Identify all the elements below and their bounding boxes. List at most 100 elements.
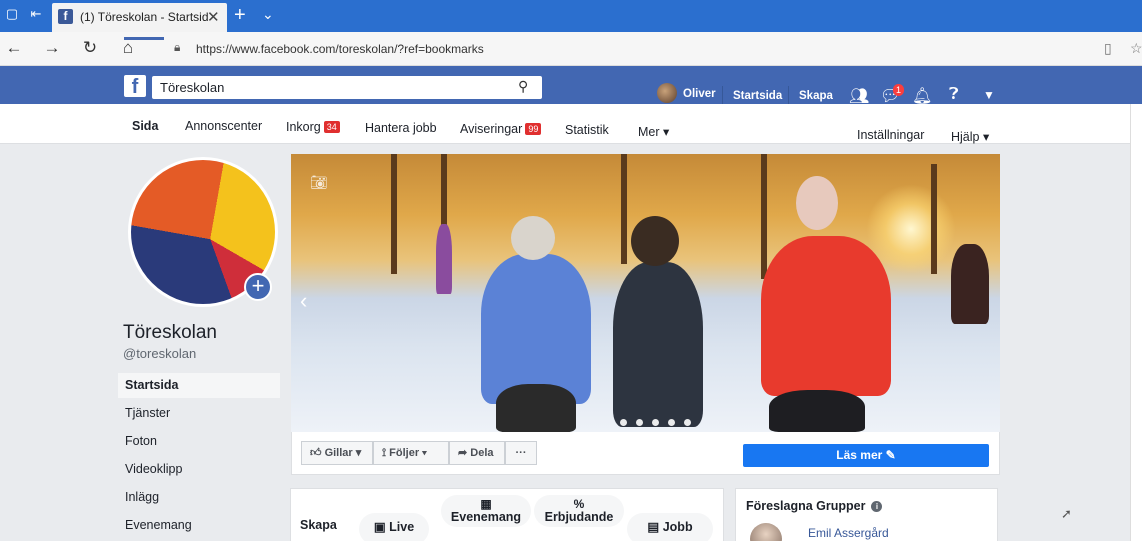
tab-sida[interactable]: Sida [132,119,158,133]
tab-inkorg[interactable]: Inkorg 34 [286,120,340,134]
more-options-button[interactable]: ··· [505,441,537,465]
skater-pink-hat [796,176,838,230]
skater-blue-jacket [481,254,591,404]
tab-statistik[interactable]: Statistik [565,123,609,137]
tab-annonscenter[interactable]: Annonscenter [185,119,262,133]
cover-tree [391,154,397,274]
avatar[interactable] [657,83,677,103]
avatar[interactable] [750,523,782,541]
create-event-label: Evenemang [450,510,522,524]
url-field[interactable]: 🔒︎ https://www.facebook.com/toreskolan/?… [168,36,1088,61]
inbox-count-badge: 34 [323,121,340,133]
tab-title: (1) Töreskolan - Startsid [80,10,209,24]
reading-view-icon[interactable]: ▯ [1104,40,1112,57]
left-nav-label: Foton [125,434,157,448]
tab-inkorg-label: Inkorg [286,120,321,134]
left-nav-foton[interactable]: Foton [118,429,280,454]
create-live-button[interactable]: ▣ Live [359,513,429,541]
left-nav-videoklipp[interactable]: Videoklipp [118,457,280,482]
refresh-button[interactable]: ↻ [80,38,100,58]
thumbs-up-icon: 👍︎ [310,447,325,459]
skater-hair [631,216,679,266]
tab-hantera-jobb[interactable]: Hantera jobb [365,121,437,135]
create-event-button[interactable]: ▦ Evenemang [441,495,531,527]
cover-carousel-dots[interactable] [620,413,700,431]
background-skater [951,244,989,324]
search-icon[interactable]: ⚲ [518,78,528,95]
new-tab-button[interactable]: + [234,4,246,27]
like-button-label: Gillar ▾ [324,447,362,459]
create-link[interactable]: Skapa [799,90,833,102]
left-nav-label: Tjänster [125,406,171,420]
search-input[interactable]: Töreskolan ⚲ [152,76,542,99]
nav-divider [788,86,789,104]
url-text: https://www.facebook.com/toreskolan/?ref… [196,42,484,56]
notifications-bell-icon[interactable]: 🔔︎ [912,86,932,106]
lock-icon: 🔒︎ [174,40,181,54]
help-link[interactable]: Hjälp ▾ [951,129,989,144]
favorite-star-icon[interactable]: ☆ [1130,40,1142,57]
video-icon: ▣ [373,520,390,534]
left-nav-evenemang[interactable]: Evenemang [118,513,280,538]
cover-previous-chevron-icon[interactable]: ‹ [300,288,307,314]
browser-tab-strip: ▢ ⇤ f (1) Töreskolan - Startsid ✕ + ⌄ [0,0,1142,32]
add-plus-icon[interactable]: + [244,273,272,301]
tab-aviseringar[interactable]: Aviseringar 99 [460,122,542,136]
like-button[interactable]: 👍︎ Gillar ▾ [301,441,373,465]
close-tab-icon[interactable]: ✕ [207,8,220,26]
left-nav-startsida[interactable]: Startsida [118,373,280,398]
left-nav-inlagg[interactable]: Inlägg [118,485,280,510]
create-job-button[interactable]: ▤ Jobb [627,513,713,541]
follow-button-label: Följer ▾ [389,447,427,459]
back-button[interactable]: ← [4,38,24,58]
suggested-groups-card: Föreslagna Grupper i Emil Assergård [735,488,998,541]
create-offer-button[interactable]: % Erbjudande [534,495,624,527]
cover-tree [931,164,937,274]
read-more-button[interactable]: Läs mer ✎ [743,444,989,467]
account-menu-chevron-icon[interactable]: ▼ [983,88,995,102]
left-nav-tjanster[interactable]: Tjänster [118,401,280,426]
profile-link[interactable]: Oliver [683,88,716,100]
follow-button[interactable]: ⟟ Följer ▾ [373,441,449,465]
home-button[interactable]: ⌂ [118,38,138,58]
home-link[interactable]: Startsida [733,90,782,102]
settings-link[interactable]: Inställningar [857,128,924,142]
notifications-count-badge: 99 [525,123,542,135]
mouse-cursor-icon: ➚ [1061,506,1072,521]
facebook-logo-icon[interactable]: f [124,75,146,98]
cover-photo[interactable] [291,154,1000,432]
briefcase-icon: ▤ [647,520,663,534]
suggested-groups-title: Föreslagna Grupper i [746,499,883,513]
address-bar-row: ← → ↻ ⌂ 🔒︎ https://www.facebook.com/tore… [0,32,1142,66]
nav-divider [722,86,723,104]
create-live-label: Live [389,520,415,534]
camera-icon[interactable]: 📷︎ [310,174,328,191]
tab-mer[interactable]: Mer ▾ [638,124,669,139]
create-job-label: Jobb [662,520,693,534]
left-nav-label: Evenemang [125,518,192,532]
suggested-user-name[interactable]: Emil Assergård [808,526,889,540]
share-arrow-icon: ➦ [458,447,471,459]
browser-tab[interactable]: f (1) Töreskolan - Startsid ✕ [52,3,227,32]
skater-pants [496,384,576,432]
info-icon[interactable]: i [871,501,883,512]
right-sidebar-edge [1130,104,1142,541]
tab-list-chevron-icon[interactable]: ⌄ [262,6,274,23]
cover-tree [761,154,767,279]
create-label: Skapa [300,518,337,532]
facebook-favicon-icon: f [58,9,73,24]
set-tabs-aside-icon[interactable]: ⇤ [28,6,44,22]
page-handle: @toreskolan [123,346,197,361]
friend-requests-icon[interactable]: 👥︎ [849,86,869,106]
suggested-groups-label: Föreslagna Grupper [746,499,866,513]
active-tab-indicator [124,37,164,40]
percent-icon: % [573,497,585,511]
share-button[interactable]: ➦ Dela [449,441,505,465]
create-post-card: Skapa ▣ Live ▦ Evenemang % Erbjudande ▤ Jo… [290,488,724,541]
forward-button[interactable]: → [42,38,62,58]
tab-actions-icon[interactable]: ▢ [4,6,20,22]
left-nav-label: Startsida [125,378,179,392]
skater-pants [769,390,865,432]
create-offer-label: Erbjudande [544,510,614,524]
help-question-icon[interactable]: ❓︎ [949,86,959,104]
